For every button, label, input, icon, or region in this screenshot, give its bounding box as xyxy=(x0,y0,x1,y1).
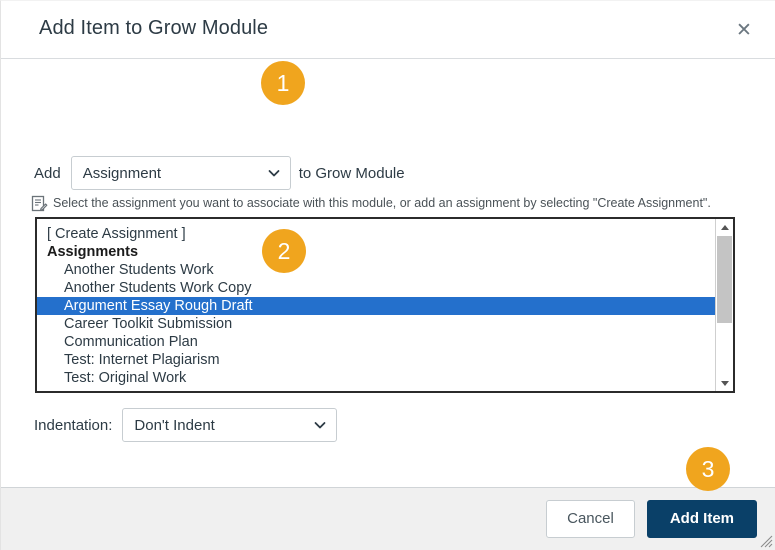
scroll-down-icon[interactable] xyxy=(716,375,733,391)
indentation-row: Indentation: Don't Indent xyxy=(34,408,338,442)
item-type-value: Assignment xyxy=(82,164,162,182)
scroll-up-icon[interactable] xyxy=(716,219,733,235)
chevron-down-icon xyxy=(268,167,280,179)
list-item[interactable]: Communication Plan xyxy=(37,333,715,351)
scrollbar-thumb[interactable] xyxy=(717,236,732,323)
indentation-value: Don't Indent xyxy=(134,416,215,434)
add-label: Add xyxy=(34,164,61,182)
dialog-body: Add Assignment to Grow Module Select the… xyxy=(1,59,775,487)
list-item-selected[interactable]: Argument Essay Rough Draft xyxy=(37,297,715,315)
annotation-badge-2: 2 xyxy=(262,229,306,273)
add-type-row: Add Assignment to Grow Module xyxy=(34,156,405,190)
list-item[interactable]: Test: Internet Plagiarism xyxy=(37,351,715,369)
resize-grip-icon[interactable] xyxy=(757,532,773,548)
listbox-scrollbar[interactable] xyxy=(715,219,733,391)
add-item-dialog: Add Item to Grow Module ✕ Add Assignment… xyxy=(0,0,775,550)
annotation-badge-3: 3 xyxy=(686,447,730,491)
list-item[interactable]: Another Students Work Copy xyxy=(37,279,715,297)
list-item[interactable]: Career Toolkit Submission xyxy=(37,315,715,333)
annotation-badge-1: 1 xyxy=(261,61,305,105)
assignment-list: [ Create Assignment ] Assignments Anothe… xyxy=(37,219,715,391)
close-icon[interactable]: ✕ xyxy=(727,13,761,47)
list-item[interactable]: Another Students Work xyxy=(37,261,715,279)
chevron-down-icon xyxy=(314,419,326,431)
module-name-label: to Grow Module xyxy=(298,164,405,182)
dialog-footer: Cancel Add Item xyxy=(1,487,775,550)
hint-text: Select the assignment you want to associ… xyxy=(53,196,711,210)
assignment-listbox[interactable]: [ Create Assignment ] Assignments Anothe… xyxy=(35,217,735,393)
item-type-select[interactable]: Assignment xyxy=(70,156,291,190)
list-item[interactable]: Test: Original Work xyxy=(37,369,715,387)
document-edit-icon xyxy=(31,195,48,212)
add-item-button[interactable]: Add Item xyxy=(646,500,757,538)
indentation-label: Indentation: xyxy=(34,416,113,434)
hint-row: Select the assignment you want to associ… xyxy=(31,195,711,212)
dialog-title: Add Item to Grow Module xyxy=(39,17,269,39)
indentation-select[interactable]: Don't Indent xyxy=(122,408,338,442)
list-group-header: Assignments xyxy=(47,244,139,260)
cancel-button[interactable]: Cancel xyxy=(546,500,635,538)
dialog-header: Add Item to Grow Module ✕ xyxy=(1,1,775,59)
list-item[interactable]: [ Create Assignment ] xyxy=(37,225,715,243)
